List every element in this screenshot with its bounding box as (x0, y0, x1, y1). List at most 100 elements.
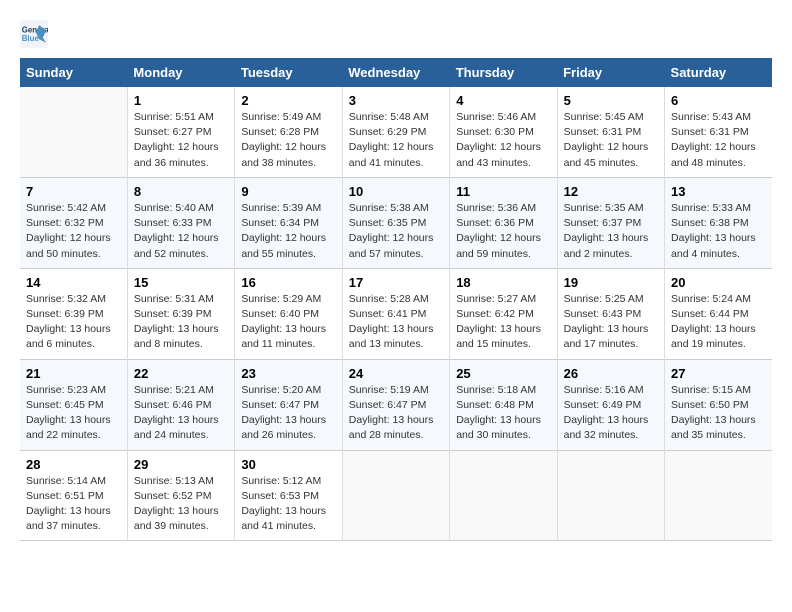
day-number: 5 (564, 93, 658, 108)
day-number: 1 (134, 93, 228, 108)
calendar-cell: 13 Sunrise: 5:33 AMSunset: 6:38 PMDayligh… (665, 177, 772, 268)
weekday-saturday: Saturday (665, 58, 772, 87)
day-info: Sunrise: 5:51 AMSunset: 6:27 PMDaylight:… (134, 110, 228, 171)
day-info: Sunrise: 5:42 AMSunset: 6:32 PMDaylight:… (26, 201, 121, 262)
week-row-4: 21 Sunrise: 5:23 AMSunset: 6:45 PMDayligh… (20, 359, 772, 450)
day-number: 19 (564, 275, 658, 290)
calendar-cell: 19 Sunrise: 5:25 AMSunset: 6:43 PMDayligh… (557, 268, 664, 359)
day-info: Sunrise: 5:21 AMSunset: 6:46 PMDaylight:… (134, 383, 228, 444)
calendar-cell: 6 Sunrise: 5:43 AMSunset: 6:31 PMDaylight… (665, 87, 772, 177)
calendar-cell: 14 Sunrise: 5:32 AMSunset: 6:39 PMDayligh… (20, 268, 127, 359)
calendar-cell: 7 Sunrise: 5:42 AMSunset: 6:32 PMDaylight… (20, 177, 127, 268)
calendar-cell: 16 Sunrise: 5:29 AMSunset: 6:40 PMDayligh… (235, 268, 342, 359)
day-info: Sunrise: 5:43 AMSunset: 6:31 PMDaylight:… (671, 110, 766, 171)
day-number: 28 (26, 457, 121, 472)
day-info: Sunrise: 5:14 AMSunset: 6:51 PMDaylight:… (26, 474, 121, 535)
calendar-cell: 24Sunrise: 5:19 AMSunset: 6:47 PMDayligh… (342, 359, 449, 450)
day-info: Sunrise: 5:32 AMSunset: 6:39 PMDaylight:… (26, 292, 121, 353)
day-info: Sunrise: 5:40 AMSunset: 6:33 PMDaylight:… (134, 201, 228, 262)
calendar-cell: 25 Sunrise: 5:18 AMSunset: 6:48 PMDayligh… (450, 359, 557, 450)
day-info: Sunrise: 5:45 AMSunset: 6:31 PMDaylight:… (564, 110, 658, 171)
calendar-cell: 23Sunrise: 5:20 AMSunset: 6:47 PMDayligh… (235, 359, 342, 450)
calendar-cell: 30 Sunrise: 5:12 AMSunset: 6:53 PMDayligh… (235, 450, 342, 541)
day-info: Sunrise: 5:19 AMSunset: 6:47 PMDaylight:… (349, 383, 443, 444)
calendar-cell (20, 87, 127, 177)
calendar-cell (450, 450, 557, 541)
logo: General Blue (20, 20, 52, 48)
day-info: Sunrise: 5:18 AMSunset: 6:48 PMDaylight:… (456, 383, 550, 444)
day-number: 17 (349, 275, 443, 290)
calendar-cell: 5 Sunrise: 5:45 AMSunset: 6:31 PMDaylight… (557, 87, 664, 177)
page-header: General Blue (20, 20, 772, 48)
calendar-cell: 10 Sunrise: 5:38 AMSunset: 6:35 PMDayligh… (342, 177, 449, 268)
day-number: 21 (26, 366, 121, 381)
calendar-cell: 28 Sunrise: 5:14 AMSunset: 6:51 PMDayligh… (20, 450, 127, 541)
weekday-tuesday: Tuesday (235, 58, 342, 87)
day-number: 6 (671, 93, 766, 108)
calendar-cell: 3Sunrise: 5:48 AMSunset: 6:29 PMDaylight… (342, 87, 449, 177)
logo-icon: General Blue (20, 20, 48, 48)
day-info: Sunrise: 5:20 AMSunset: 6:47 PMDaylight:… (241, 383, 335, 444)
day-number: 27 (671, 366, 766, 381)
day-number: 8 (134, 184, 228, 199)
calendar-cell: 9 Sunrise: 5:39 AMSunset: 6:34 PMDaylight… (235, 177, 342, 268)
calendar-cell: 21 Sunrise: 5:23 AMSunset: 6:45 PMDayligh… (20, 359, 127, 450)
day-number: 2 (241, 93, 335, 108)
day-number: 7 (26, 184, 121, 199)
day-info: Sunrise: 5:49 AMSunset: 6:28 PMDaylight:… (241, 110, 335, 171)
day-info: Sunrise: 5:15 AMSunset: 6:50 PMDaylight:… (671, 383, 766, 444)
day-info: Sunrise: 5:36 AMSunset: 6:36 PMDaylight:… (456, 201, 550, 262)
calendar-cell: 27 Sunrise: 5:15 AMSunset: 6:50 PMDayligh… (665, 359, 772, 450)
calendar-cell: 18 Sunrise: 5:27 AMSunset: 6:42 PMDayligh… (450, 268, 557, 359)
calendar-cell: 17 Sunrise: 5:28 AMSunset: 6:41 PMDayligh… (342, 268, 449, 359)
calendar-cell: 11Sunrise: 5:36 AMSunset: 6:36 PMDayligh… (450, 177, 557, 268)
weekday-sunday: Sunday (20, 58, 127, 87)
day-info: Sunrise: 5:25 AMSunset: 6:43 PMDaylight:… (564, 292, 658, 353)
calendar-cell (665, 450, 772, 541)
week-row-1: 1 Sunrise: 5:51 AMSunset: 6:27 PMDaylight… (20, 87, 772, 177)
calendar-cell (342, 450, 449, 541)
day-number: 25 (456, 366, 550, 381)
day-info: Sunrise: 5:28 AMSunset: 6:41 PMDaylight:… (349, 292, 443, 353)
day-info: Sunrise: 5:38 AMSunset: 6:35 PMDaylight:… (349, 201, 443, 262)
day-number: 3 (349, 93, 443, 108)
day-number: 9 (241, 184, 335, 199)
day-number: 16 (241, 275, 335, 290)
day-info: Sunrise: 5:29 AMSunset: 6:40 PMDaylight:… (241, 292, 335, 353)
calendar-cell: 8 Sunrise: 5:40 AMSunset: 6:33 PMDaylight… (127, 177, 234, 268)
calendar-cell: 4Sunrise: 5:46 AMSunset: 6:30 PMDaylight… (450, 87, 557, 177)
day-info: Sunrise: 5:13 AMSunset: 6:52 PMDaylight:… (134, 474, 228, 535)
day-info: Sunrise: 5:39 AMSunset: 6:34 PMDaylight:… (241, 201, 335, 262)
calendar-cell: 29 Sunrise: 5:13 AMSunset: 6:52 PMDayligh… (127, 450, 234, 541)
day-number: 15 (134, 275, 228, 290)
day-info: Sunrise: 5:12 AMSunset: 6:53 PMDaylight:… (241, 474, 335, 535)
day-number: 29 (134, 457, 228, 472)
calendar-cell (557, 450, 664, 541)
day-number: 22 (134, 366, 228, 381)
calendar-header: SundayMondayTuesdayWednesdayThursdayFrid… (20, 58, 772, 87)
calendar-cell: 22 Sunrise: 5:21 AMSunset: 6:46 PMDayligh… (127, 359, 234, 450)
day-number: 4 (456, 93, 550, 108)
day-number: 10 (349, 184, 443, 199)
day-info: Sunrise: 5:35 AMSunset: 6:37 PMDaylight:… (564, 201, 658, 262)
svg-text:Blue: Blue (22, 34, 40, 43)
calendar-cell: 12 Sunrise: 5:35 AMSunset: 6:37 PMDayligh… (557, 177, 664, 268)
day-info: Sunrise: 5:33 AMSunset: 6:38 PMDaylight:… (671, 201, 766, 262)
calendar-cell: 1 Sunrise: 5:51 AMSunset: 6:27 PMDaylight… (127, 87, 234, 177)
day-number: 18 (456, 275, 550, 290)
calendar-body: 1 Sunrise: 5:51 AMSunset: 6:27 PMDaylight… (20, 87, 772, 541)
weekday-thursday: Thursday (450, 58, 557, 87)
day-info: Sunrise: 5:23 AMSunset: 6:45 PMDaylight:… (26, 383, 121, 444)
day-number: 14 (26, 275, 121, 290)
day-number: 12 (564, 184, 658, 199)
day-info: Sunrise: 5:27 AMSunset: 6:42 PMDaylight:… (456, 292, 550, 353)
day-info: Sunrise: 5:31 AMSunset: 6:39 PMDaylight:… (134, 292, 228, 353)
day-number: 30 (241, 457, 335, 472)
week-row-5: 28 Sunrise: 5:14 AMSunset: 6:51 PMDayligh… (20, 450, 772, 541)
day-number: 13 (671, 184, 766, 199)
calendar-cell: 15 Sunrise: 5:31 AMSunset: 6:39 PMDayligh… (127, 268, 234, 359)
day-number: 20 (671, 275, 766, 290)
weekday-monday: Monday (127, 58, 234, 87)
week-row-2: 7 Sunrise: 5:42 AMSunset: 6:32 PMDaylight… (20, 177, 772, 268)
calendar-cell: 26Sunrise: 5:16 AMSunset: 6:49 PMDayligh… (557, 359, 664, 450)
